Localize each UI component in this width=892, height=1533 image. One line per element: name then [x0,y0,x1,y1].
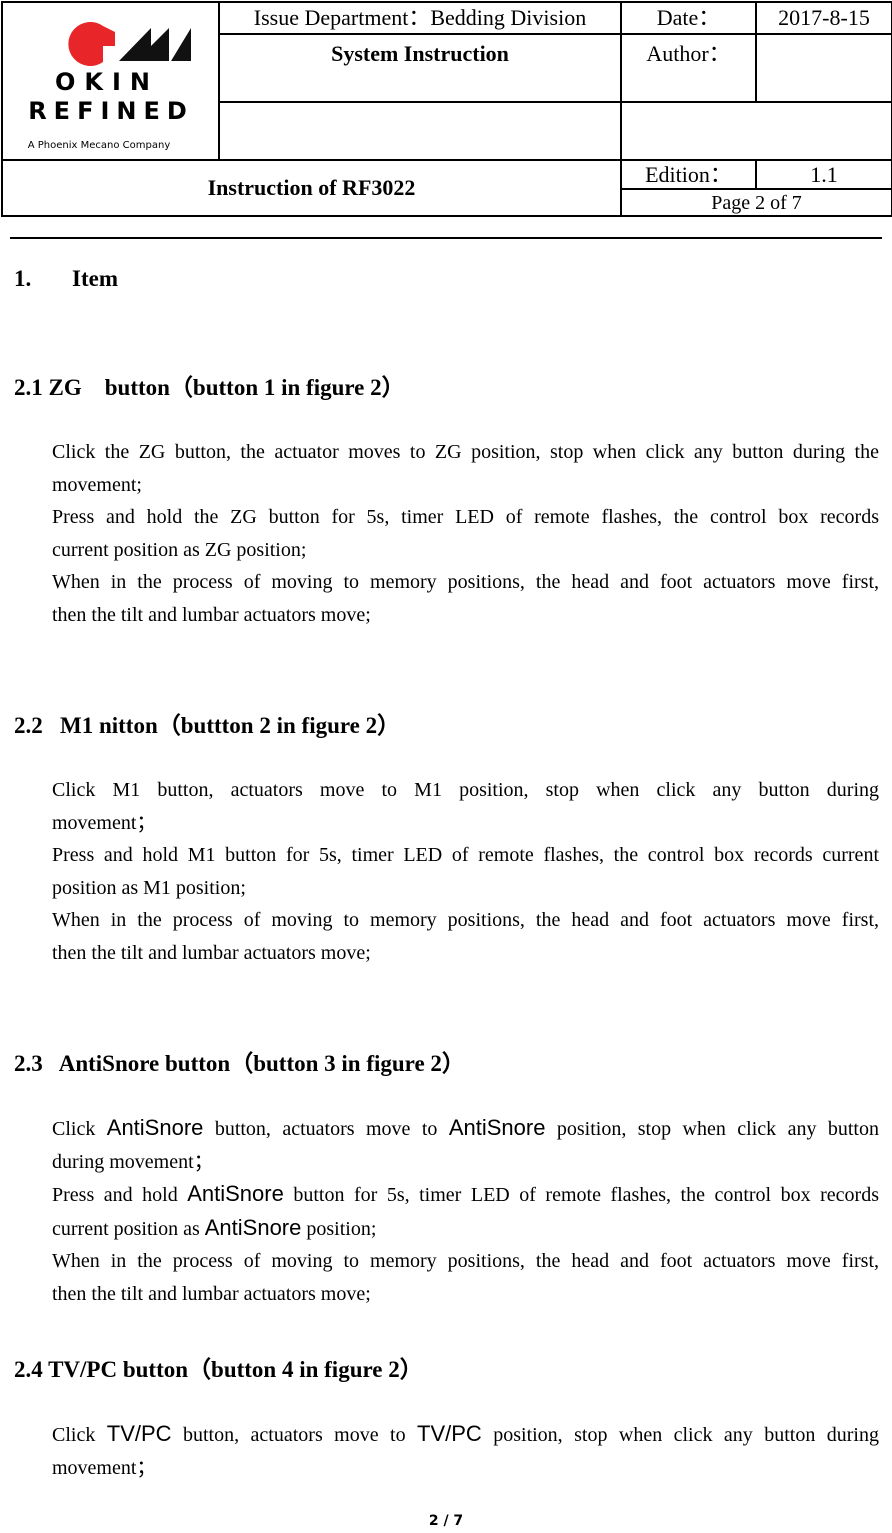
logo-tagline: A Phoenix Mecano Company [27,140,170,151]
author-label: Author： [620,33,757,103]
empty-cell [218,101,622,161]
text-run: Press and hold [52,1184,188,1206]
text-line: position as M1 position; [52,876,246,899]
text-run: button, actuators move to [203,1118,449,1140]
document-header: OKIN REFINED A Phoenix Mecano Company Is… [0,0,892,217]
text-line: When in the process of moving to memory … [52,1250,879,1272]
text-line: then the tilt and lumbar actuators move; [52,1282,371,1305]
term-antisnore: AntiSnore [187,1181,284,1206]
text-run: position, stop when click any button dur… [481,1424,879,1446]
subsection-body-2-2: Click M1 button, actuators move to M1 po… [52,774,879,969]
text-run: button for 5s, timer LED of remote flash… [283,1184,879,1206]
logo-brand-line2: REFINED [28,97,194,125]
logo-black-shape [118,28,191,61]
subsection-heading-2-2: 2.2 M1 nitton（buttton 2 in figure 2） [14,713,401,738]
header-table: OKIN REFINED A Phoenix Mecano Company Is… [1,1,892,217]
text-run: position; [301,1217,377,1240]
text-line: Click AntiSnore button, actuators move t… [52,1112,879,1146]
term-antisnore: AntiSnore [204,1214,302,1240]
text-run: button, actuators move to [171,1424,417,1446]
edition-value: 1.1 [755,159,892,190]
text-line: then the tilt and lumbar actuators move; [52,603,371,626]
text-line: Click the ZG button, the actuator moves … [52,441,879,463]
text-line: current position as AntiSnore position; [52,1212,879,1246]
logo-brand-line1: OKIN [54,68,158,96]
document-title: Instruction of RF3022 [1,159,622,217]
term-antisnore: AntiSnore [106,1115,204,1140]
subsection-heading-2-3: 2.3 AntiSnore button（button 3 in figure … [14,1051,465,1076]
page-footer: 2 / 7 [428,1513,464,1529]
logo-red-shape [67,22,115,66]
term-tvpc: TV/PC [417,1421,482,1446]
text-run: Click [52,1118,107,1140]
term-antisnore: AntiSnore [448,1115,546,1140]
text-run: Click [52,1424,107,1446]
text-run: position, stop when click any button [545,1118,879,1140]
section-heading: 1. Item [14,266,118,292]
okin-refined-logo: OKIN REFINED A Phoenix Mecano Company [11,6,211,156]
text-line: during movement； [52,1150,214,1173]
logo-mark-icon: OKIN REFINED A Phoenix Mecano Company [27,22,194,151]
text-line: Click M1 button, actuators move to M1 po… [52,779,879,801]
text-line: When in the process of moving to memory … [52,909,879,931]
text-run: current position as [52,1217,205,1240]
edition-label: Edition： [620,159,757,190]
system-instruction: System Instruction [218,33,622,103]
issue-department: Issue Department：Bedding Division [218,1,622,35]
empty-cell [620,101,892,161]
subsection-body-2-1: Click the ZG button, the actuator moves … [52,436,879,631]
text-line: current position as ZG position; [52,538,307,561]
section-title: Item [72,266,118,291]
text-line: Press and hold the ZG button for 5s, tim… [52,506,879,528]
subsection-body-2-4: Click TV/PC button, actuators move to TV… [52,1418,879,1484]
text-line: Press and hold AntiSnore button for 5s, … [52,1178,879,1212]
logo-cell: OKIN REFINED A Phoenix Mecano Company [1,1,220,161]
text-line: then the tilt and lumbar actuators move; [52,941,371,964]
text-line: Click TV/PC button, actuators move to TV… [52,1418,879,1452]
text-line: When in the process of moving to memory … [52,571,879,593]
date-label: Date： [620,1,757,35]
author-value [755,33,892,103]
page-label: Page 2 of 7 [620,188,892,217]
subsection-heading-2-4: 2.4 TV/PC button（button 4 in figure 2） [14,1357,423,1382]
section-number: 1. [14,266,32,291]
text-line: movement； [52,811,157,834]
text-line: movement; [52,473,142,496]
date-value: 2017-8-15 [755,1,892,35]
text-line: movement； [52,1456,157,1479]
header-divider [10,237,882,239]
subsection-body-2-3: Click AntiSnore button, actuators move t… [52,1112,879,1310]
text-line: Press and hold M1 button for 5s, timer L… [52,844,879,866]
term-tvpc: TV/PC [106,1421,172,1446]
subsection-heading-2-1: 2.1 ZG button（button 1 in figure 2） [14,375,405,400]
